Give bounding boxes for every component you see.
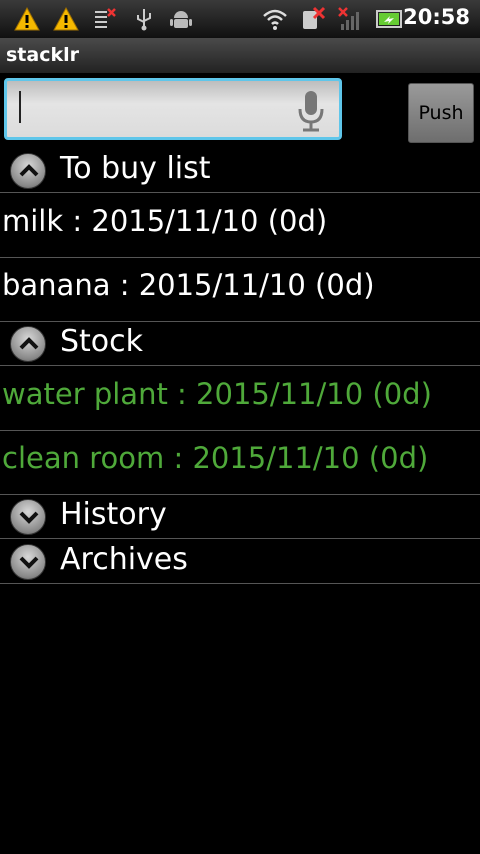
list-item[interactable]: milk : 2015/11/10 (0d) [0,194,480,258]
microphone-icon[interactable] [297,89,325,133]
group-header-to-buy-list[interactable]: To buy list [0,149,480,193]
status-bar: 20:58 [0,0,480,38]
list-item[interactable]: clean room : 2015/11/10 (0d) [0,431,480,495]
item-input-box[interactable] [4,78,342,140]
group-header-history[interactable]: History [0,495,480,539]
warning-icon [53,6,79,31]
item-input[interactable] [15,87,285,131]
group-label: History [60,497,167,532]
group-header-archives[interactable]: Archives [0,540,480,584]
list-item[interactable]: banana : 2015/11/10 (0d) [0,258,480,322]
usb-icon [137,9,151,31]
item-text: banana : 2015/11/10 (0d) [2,268,375,302]
item-text: clean room : 2015/11/10 (0d) [2,441,429,475]
status-clock: 20:58 [403,5,470,29]
item-text: water plant : 2015/11/10 (0d) [2,377,432,411]
text-cursor [19,91,21,123]
title-bar: stacklr [0,38,480,74]
wifi-icon [263,9,287,30]
chevron-up-icon[interactable] [10,326,46,362]
item-text: milk : 2015/11/10 (0d) [2,204,328,238]
group-label: Archives [60,542,188,577]
battery-icon [376,10,402,28]
group-label: To buy list [60,151,211,186]
push-button[interactable]: Push [408,83,474,143]
group-label: Stock [60,324,144,359]
chevron-down-icon[interactable] [10,544,46,580]
app-title: stacklr [6,44,79,66]
no-sim-icon [303,6,326,29]
warning-icon [14,6,40,31]
chevron-up-icon[interactable] [10,153,46,189]
chevron-down-icon[interactable] [10,499,46,535]
android-debug-icon [170,11,192,28]
group-header-stock[interactable]: Stock [0,322,480,366]
sync-error-icon [95,8,116,28]
list-item[interactable]: water plant : 2015/11/10 (0d) [0,367,480,431]
no-signal-icon [338,7,359,30]
